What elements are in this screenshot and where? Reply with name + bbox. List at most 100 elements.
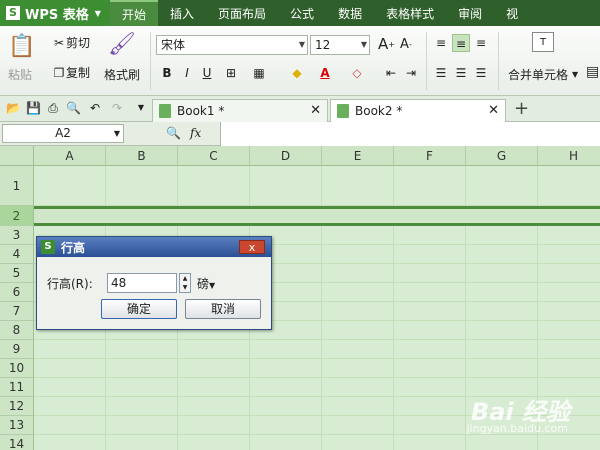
row-header-3[interactable]: 3 bbox=[0, 226, 34, 245]
underline-button[interactable]: U bbox=[198, 64, 216, 82]
grow-font-button[interactable]: A + bbox=[378, 35, 395, 53]
fill-color-icon[interactable]: ◆ bbox=[288, 64, 306, 82]
clear-format-icon[interactable]: ◇ bbox=[348, 64, 366, 82]
menu-view[interactable]: 视 bbox=[494, 0, 530, 26]
column-header-h[interactable]: H bbox=[538, 146, 600, 166]
row-header-2[interactable]: 2 bbox=[0, 206, 34, 226]
print-preview-icon[interactable]: 🔍 bbox=[66, 101, 81, 115]
copy-button[interactable]: ❐ 复制 bbox=[52, 64, 90, 81]
unit-select[interactable]: 磅▼ bbox=[197, 275, 215, 292]
ok-button[interactable]: 确定 bbox=[101, 299, 177, 319]
grid-line bbox=[34, 358, 600, 359]
row-header-8[interactable]: 8 bbox=[0, 321, 34, 340]
merge-cells-icon[interactable]: T bbox=[532, 32, 554, 52]
zoom-icon[interactable]: 🔍 bbox=[166, 126, 181, 140]
menu-page-layout[interactable]: 页面布局 bbox=[206, 0, 278, 26]
row-header-14[interactable]: 14 bbox=[0, 435, 34, 450]
new-tab-button[interactable]: + bbox=[514, 98, 529, 119]
dialog-close-button[interactable]: x bbox=[239, 240, 265, 254]
row-header-5[interactable]: 5 bbox=[0, 264, 34, 283]
select-all-corner[interactable] bbox=[0, 146, 34, 166]
row-header-12[interactable]: 12 bbox=[0, 397, 34, 416]
tab-book2[interactable]: Book2 * ✕ bbox=[330, 99, 506, 122]
chevron-down-icon: ▼ bbox=[113, 129, 120, 138]
row-height-stepper[interactable]: ▲ ▼ bbox=[179, 273, 191, 293]
italic-button[interactable]: I bbox=[178, 64, 196, 82]
row-header-6[interactable]: 6 bbox=[0, 283, 34, 302]
row-header-11[interactable]: 11 bbox=[0, 378, 34, 397]
undo-icon[interactable]: ↶ bbox=[88, 101, 102, 115]
font-size-value: 12 bbox=[315, 38, 331, 52]
cut-button[interactable]: ✂ 剪切 bbox=[52, 34, 90, 51]
paste-icon[interactable]: 📋 bbox=[8, 34, 35, 59]
row-header-9[interactable]: 9 bbox=[0, 340, 34, 359]
wps-logo-icon: S bbox=[41, 240, 55, 254]
menu-review[interactable]: 审阅 bbox=[446, 0, 494, 26]
row-header-7[interactable]: 7 bbox=[0, 302, 34, 321]
align-top-icon[interactable]: ≡ bbox=[432, 34, 450, 52]
column-header-e[interactable]: E bbox=[322, 146, 394, 166]
merge-cells-label: 合并单元格 bbox=[508, 68, 569, 82]
save-icon[interactable]: 💾 bbox=[26, 101, 41, 115]
column-header-d[interactable]: D bbox=[250, 146, 322, 166]
align-middle-icon[interactable]: ≡ bbox=[452, 34, 470, 52]
menu-formulas[interactable]: 公式 bbox=[278, 0, 326, 26]
close-icon[interactable]: ✕ bbox=[488, 103, 499, 118]
formula-input[interactable] bbox=[220, 122, 600, 146]
column-header-g[interactable]: G bbox=[466, 146, 538, 166]
column-header-c[interactable]: C bbox=[178, 146, 250, 166]
tab-book1[interactable]: Book1 * ✕ bbox=[152, 99, 328, 122]
border-icon[interactable]: ⊞ bbox=[222, 64, 240, 82]
column-header-a[interactable]: A bbox=[34, 146, 106, 166]
align-left-icon[interactable]: ☰ bbox=[432, 64, 450, 82]
wrap-text-icon[interactable]: ▤ bbox=[586, 64, 599, 80]
cell-style-icon[interactable]: ▦ bbox=[250, 64, 268, 82]
row-header-4[interactable]: 4 bbox=[0, 245, 34, 264]
copy-label: 复制 bbox=[66, 66, 91, 80]
column-header-f[interactable]: F bbox=[394, 146, 466, 166]
print-icon[interactable]: ⎙ bbox=[46, 101, 60, 115]
menu-home[interactable]: 开始 bbox=[110, 0, 159, 26]
dialog-title: 行高 bbox=[61, 240, 86, 255]
grow-font-sup: + bbox=[388, 39, 395, 49]
menu-table-style[interactable]: 表格样式 bbox=[374, 0, 446, 26]
font-size-select[interactable]: 12 ▼ bbox=[310, 35, 370, 55]
row-header-1[interactable]: 1 bbox=[0, 166, 34, 206]
format-painter-button[interactable]: 格式刷 bbox=[104, 66, 140, 83]
indent-left-icon[interactable]: ⇤ bbox=[382, 64, 400, 82]
row-header-13[interactable]: 13 bbox=[0, 416, 34, 435]
menu-data[interactable]: 数据 bbox=[326, 0, 374, 26]
shrink-font-button[interactable]: A- bbox=[400, 37, 412, 52]
close-icon[interactable]: ✕ bbox=[310, 103, 321, 118]
chevron-down-icon: ▼ bbox=[94, 8, 101, 18]
ribbon-divider bbox=[150, 32, 151, 90]
cancel-button[interactable]: 取消 bbox=[185, 299, 261, 319]
quick-access-dropdown-icon[interactable]: ▼ bbox=[134, 101, 148, 115]
redo-icon[interactable]: ↷ bbox=[110, 101, 124, 115]
app-menu-button[interactable]: S WPS 表格 ▼ bbox=[0, 0, 110, 26]
font-color-button[interactable]: A bbox=[316, 64, 334, 82]
name-box[interactable]: A2 ▼ bbox=[2, 124, 124, 143]
font-name-select[interactable]: 宋体 ▼ bbox=[156, 35, 308, 55]
baidu-watermark-url: jingyan.baidu.com bbox=[466, 422, 568, 435]
ribbon-divider bbox=[426, 32, 427, 90]
brush-icon[interactable]: 🖌 bbox=[108, 32, 136, 57]
menu-insert[interactable]: 插入 bbox=[158, 0, 206, 26]
row-header-10[interactable]: 10 bbox=[0, 359, 34, 378]
bold-button[interactable]: B bbox=[158, 64, 176, 82]
cut-label: 剪切 bbox=[66, 36, 91, 50]
menu-bar: S WPS 表格 ▼ 开始 插入 页面布局 公式 数据 表格样式 审阅 视 bbox=[0, 0, 600, 26]
align-bottom-icon[interactable]: ≡ bbox=[472, 34, 490, 52]
insert-function-button[interactable]: fx bbox=[190, 126, 201, 140]
column-header-b[interactable]: B bbox=[106, 146, 178, 166]
row-height-input[interactable]: 48 bbox=[107, 273, 177, 293]
indent-right-icon[interactable]: ⇥ bbox=[402, 64, 420, 82]
paste-button[interactable]: 粘贴 bbox=[8, 66, 32, 83]
shrink-font-icon: A bbox=[400, 37, 409, 52]
align-right-icon[interactable]: ☰ bbox=[472, 64, 490, 82]
dialog-titlebar[interactable]: S 行高 bbox=[37, 237, 271, 257]
scissors-icon: ✂ bbox=[53, 35, 65, 50]
open-folder-icon[interactable]: 📂 bbox=[6, 101, 21, 115]
align-center-icon[interactable]: ☰ bbox=[452, 64, 470, 82]
merge-cells-button[interactable]: 合并单元格 ▼ bbox=[508, 66, 578, 83]
